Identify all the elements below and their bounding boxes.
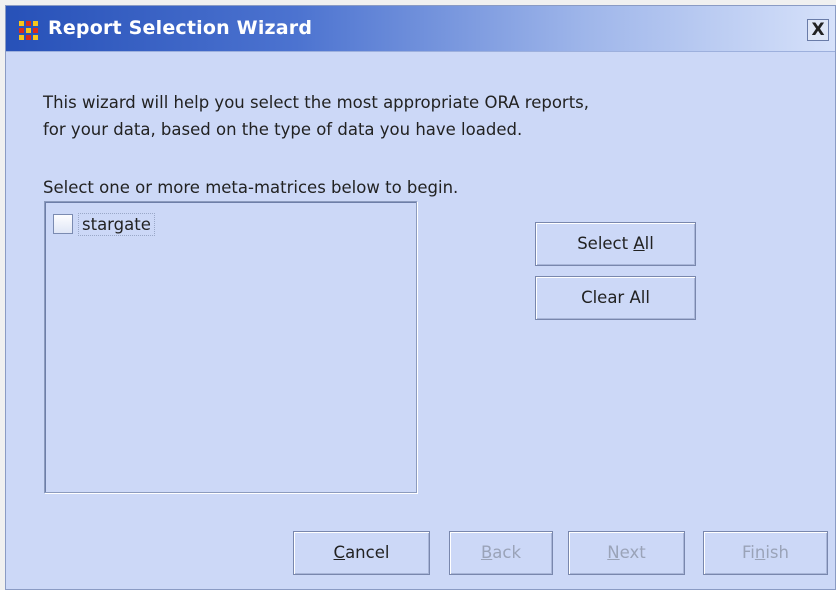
finish-button[interactable]: Finish	[703, 531, 828, 575]
close-button[interactable]: X	[807, 19, 829, 41]
meta-matrix-list[interactable]: stargate	[44, 201, 417, 493]
cancel-label-post: ancel	[345, 543, 390, 562]
cancel-button[interactable]: Cancel	[293, 531, 430, 575]
window-title: Report Selection Wizard	[48, 17, 313, 39]
next-label-post: ext	[619, 543, 646, 562]
next-mnemonic: N	[607, 543, 620, 562]
intro-text: This wizard will help you select the mos…	[43, 89, 743, 143]
title-bar[interactable]: Report Selection Wizard X	[6, 6, 835, 52]
select-all-mnemonic: A	[633, 234, 645, 253]
back-button[interactable]: Back	[449, 531, 553, 575]
intro-line-1: This wizard will help you select the mos…	[43, 93, 590, 112]
next-button[interactable]: Next	[568, 531, 685, 575]
select-all-label-pre: Select	[577, 234, 634, 253]
finish-label-post: ish	[765, 543, 789, 562]
cancel-mnemonic: C	[333, 543, 346, 562]
stargate-checkbox[interactable]	[53, 214, 73, 234]
report-selection-wizard-dialog: Report Selection Wizard X This wizard wi…	[5, 5, 836, 590]
intro-line-2: for your data, based on the type of data…	[43, 120, 523, 139]
list-item[interactable]: stargate	[53, 212, 155, 236]
back-label-post: ack	[492, 543, 522, 562]
finish-mnemonic: n	[754, 543, 766, 562]
finish-label-pre: Fi	[742, 543, 755, 562]
select-all-button[interactable]: Select All	[535, 222, 696, 266]
list-item-label[interactable]: stargate	[78, 212, 155, 236]
back-mnemonic: B	[480, 543, 493, 562]
ora-app-icon	[18, 20, 39, 41]
clear-all-button[interactable]: Clear All	[535, 276, 696, 320]
select-all-label-post: ll	[644, 234, 654, 253]
meta-matrix-list-label: Select one or more meta-matrices below t…	[43, 178, 459, 197]
